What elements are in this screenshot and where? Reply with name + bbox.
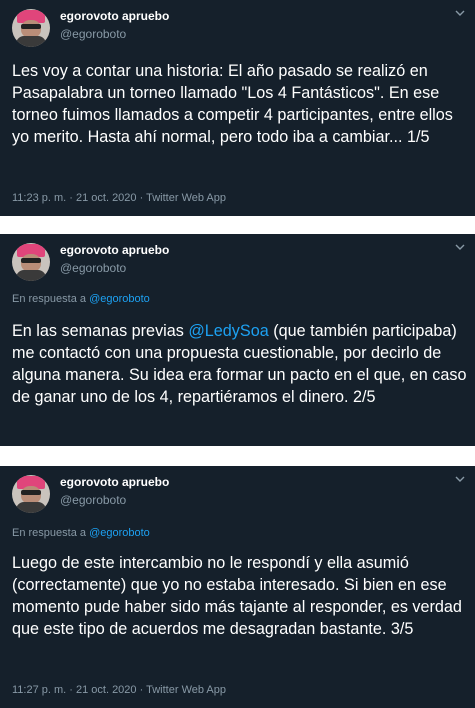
author-name[interactable]: egorovoto apruebo [60, 243, 169, 257]
chevron-down-icon[interactable] [455, 242, 465, 252]
tweet-text: Les voy a contar una historia: El año pa… [12, 62, 453, 146]
reply-mention-link[interactable]: @egoroboto [89, 293, 150, 305]
author-handle[interactable]: @egoroboto [60, 261, 126, 275]
avatar[interactable] [12, 9, 50, 47]
chevron-down-icon[interactable] [455, 8, 465, 18]
reply-context: En respuesta a @egoroboto [12, 293, 150, 305]
tweet-card-3: egorovoto apruebo @egoroboto En respuest… [0, 466, 475, 708]
reply-context: En respuesta a @egoroboto [12, 527, 150, 539]
mention-link[interactable]: @LedySoa [188, 322, 268, 340]
tweet-meta[interactable]: 11:23 p. m. · 21 oct. 2020 · Twitter Web… [12, 192, 226, 204]
chevron-down-icon[interactable] [455, 474, 465, 484]
reply-prefix: En respuesta a [12, 293, 86, 305]
tweet-card-2: egorovoto apruebo @egoroboto En respuest… [0, 234, 475, 446]
tweet-card-1: egorovoto apruebo @egoroboto Les voy a c… [0, 0, 475, 216]
author-handle[interactable]: @egoroboto [60, 493, 126, 507]
avatar[interactable] [12, 243, 50, 281]
reply-mention-link[interactable]: @egoroboto [89, 527, 150, 539]
author-name[interactable]: egorovoto apruebo [60, 475, 169, 489]
tweet-text: Luego de este intercambio no le respondí… [12, 554, 462, 638]
author-handle[interactable]: @egoroboto [60, 27, 126, 41]
tweet-meta[interactable]: 11:27 p. m. · 21 oct. 2020 · Twitter Web… [12, 684, 226, 696]
reply-prefix: En respuesta a [12, 527, 86, 539]
tweet-text: En las semanas previas @LedySoa (que tam… [12, 320, 472, 408]
author-name[interactable]: egorovoto apruebo [60, 9, 169, 23]
avatar[interactable] [12, 475, 50, 513]
tweet-text-part: En las semanas previas [12, 322, 189, 340]
